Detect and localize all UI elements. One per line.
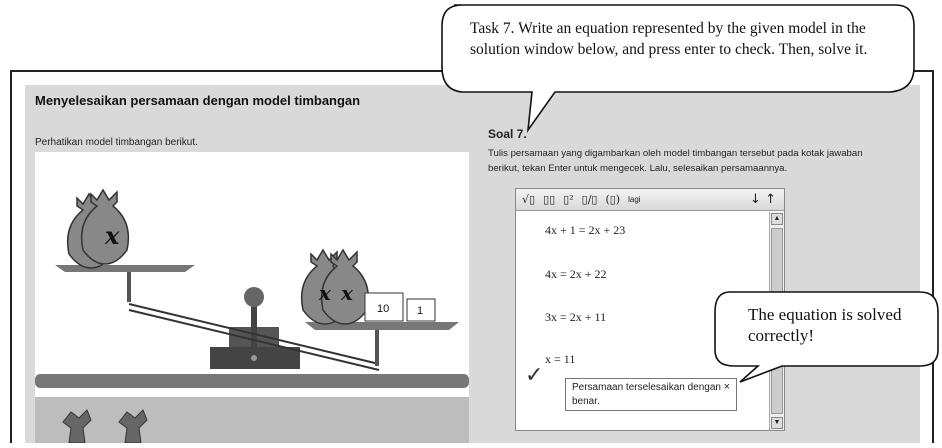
subscript-button[interactable]: ▯▯ <box>543 193 555 206</box>
page-title: Menyelesaikan persamaan dengan model tim… <box>35 93 361 108</box>
feedback-text: Persamaan terselesaikan dengan benar. <box>572 382 721 407</box>
check-mark-icon: ✓ <box>525 363 544 388</box>
task-callout-text: Task 7. Write an equation represented by… <box>470 20 868 58</box>
balance-scale-illustration: x x x 10 1 <box>35 189 469 444</box>
arrow-up-icon[interactable]: ↑ <box>765 192 776 207</box>
weight-10-label: 10 <box>377 303 389 315</box>
fraction-button[interactable]: ▯/▯ <box>582 193 598 206</box>
close-icon[interactable]: × <box>724 380 730 394</box>
left-pan <box>55 265 195 272</box>
equation-line-3[interactable]: 3x = 2x + 11 <box>545 310 606 325</box>
weight-1-label: 1 <box>417 305 423 317</box>
equation-line-4[interactable]: x = 11 <box>545 352 575 367</box>
balance-model: x x x 10 1 <box>35 152 469 444</box>
equation-line-2[interactable]: 4x = 2x + 22 <box>545 267 607 282</box>
scroll-up-icon[interactable]: ▲ <box>771 213 783 225</box>
history-arrows[interactable]: ↓ ↑ <box>750 192 776 207</box>
editor-toolbar: √▯ ▯▯ ▯² ▯/▯ (▯) lagi ↓ ↑ <box>516 189 784 211</box>
x-label-left: x <box>104 221 120 250</box>
task-heading: Soal 7. <box>488 127 527 141</box>
parentheses-button[interactable]: (▯) <box>605 193 620 206</box>
balance-pivot <box>244 287 264 307</box>
solved-callout-text: The equation is solved correctly! <box>748 305 902 345</box>
instruction-text: Perhatikan model timbangan berikut. <box>35 137 198 148</box>
arrow-down-icon[interactable]: ↓ <box>750 192 761 207</box>
x-label-right-2: x <box>340 281 354 305</box>
x-label-right-1: x <box>318 281 332 305</box>
feedback-popup: Persamaan terselesaikan dengan benar. × <box>565 378 737 411</box>
scroll-down-icon[interactable]: ▼ <box>771 417 783 429</box>
more-button[interactable]: lagi <box>628 195 640 204</box>
sqrt-button[interactable]: √▯ <box>522 193 535 206</box>
balance-base <box>35 374 469 388</box>
bag-tray <box>35 397 469 443</box>
equation-line-1[interactable]: 4x + 1 = 2x + 23 <box>545 223 625 238</box>
task-instruction: Tulis persamaan yang digambarkan oleh mo… <box>488 148 863 174</box>
power-button[interactable]: ▯² <box>563 193 573 206</box>
